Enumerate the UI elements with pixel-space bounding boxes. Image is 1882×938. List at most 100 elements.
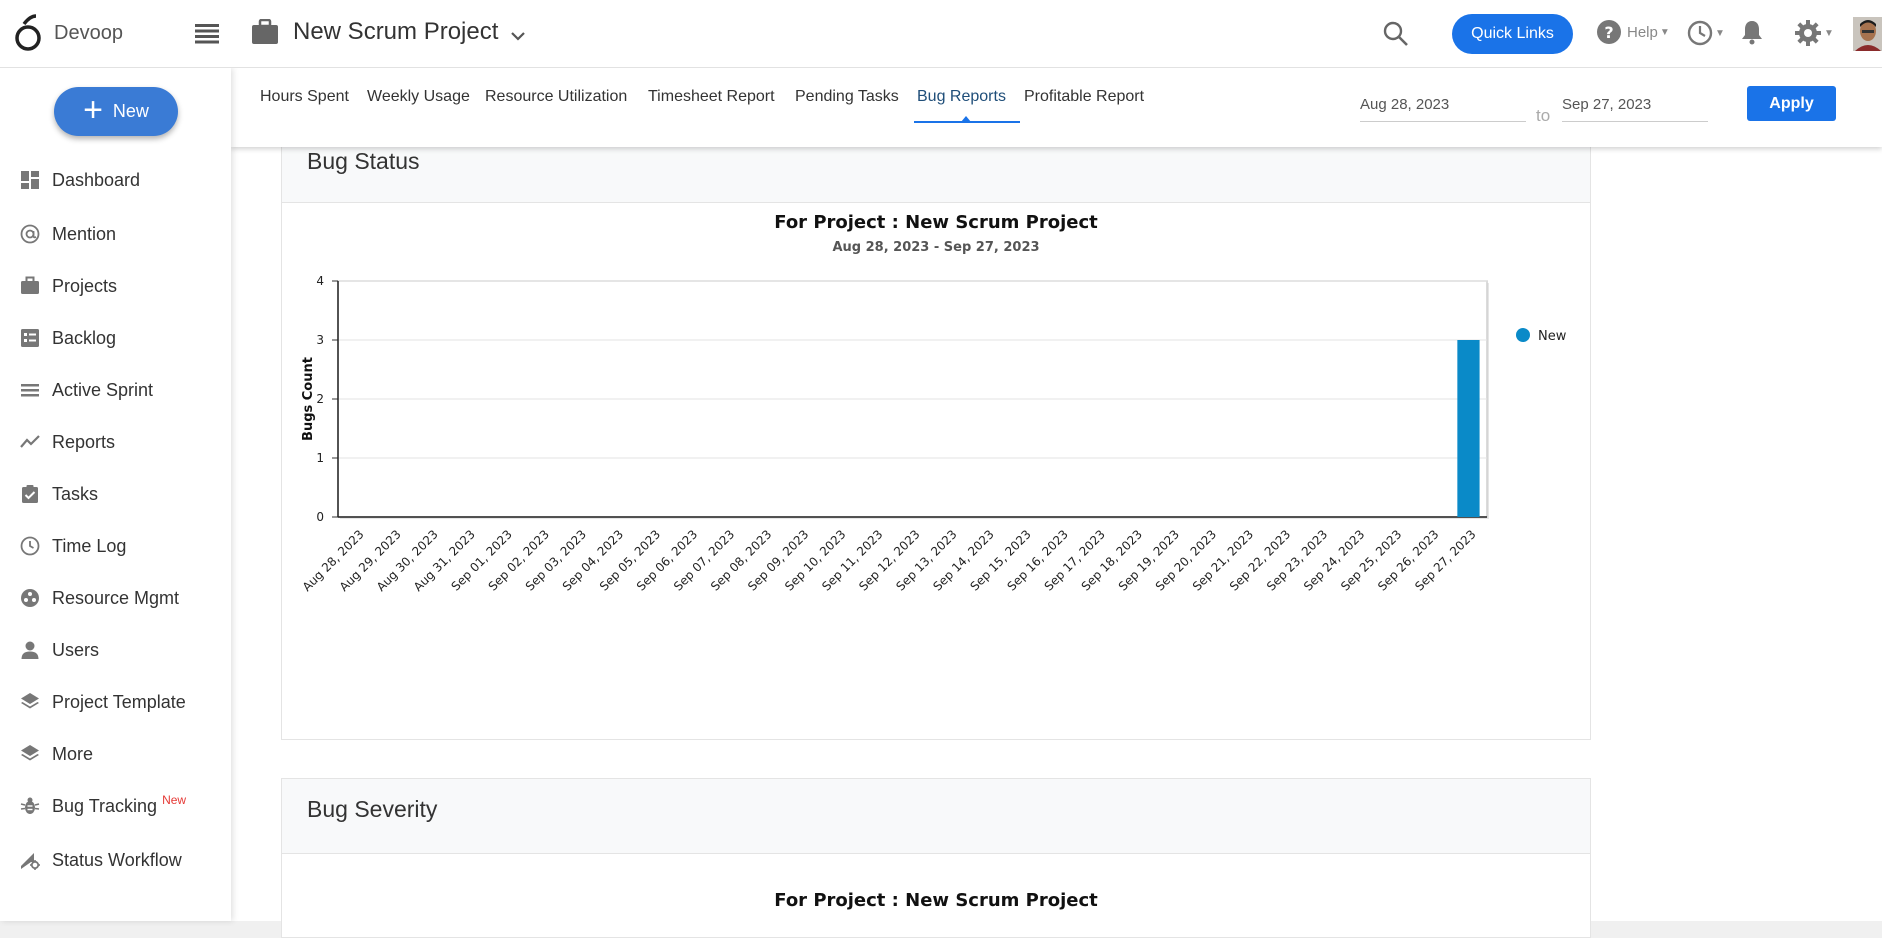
sidebar-item-label: Reports xyxy=(52,431,116,452)
settings-menu[interactable]: ▼ xyxy=(1794,19,1834,47)
sidebar-item-label: Project Template xyxy=(52,691,186,712)
plus-icon: + xyxy=(83,91,103,129)
sidebar-item-users[interactable]: Users xyxy=(20,635,230,665)
sidebar-item-label: Tasks xyxy=(52,483,99,504)
tab-hours-spent[interactable]: Hours Spent xyxy=(260,88,349,106)
help-label: Help xyxy=(1627,23,1658,41)
sidebar-item-projects[interactable]: Projects xyxy=(20,271,230,301)
y-tick-label: 2 xyxy=(316,392,324,406)
severity-chart-title: For Project : New Scrum Project xyxy=(774,890,1098,911)
user-icon xyxy=(21,641,39,659)
sidebar-item-label: Projects xyxy=(52,275,118,296)
chevron-down-icon[interactable] xyxy=(510,31,526,41)
sidebar-item-label: More xyxy=(52,743,94,764)
tab-resource-utilization[interactable]: Resource Utilization xyxy=(485,88,627,106)
new-button-label: New xyxy=(112,101,149,121)
to-label: to xyxy=(1536,106,1551,125)
sidebar-item-resource-mgmt[interactable]: Resource Mgmt xyxy=(20,583,230,613)
active-tab-arrow-icon xyxy=(961,116,971,122)
caret-down-icon: ▼ xyxy=(1824,27,1834,39)
new-button[interactable]: + New xyxy=(54,87,178,136)
sidebar-item-reports[interactable]: Reports xyxy=(20,427,230,457)
sprint-icon xyxy=(21,384,39,397)
chart-title: For Project : New Scrum Project xyxy=(774,212,1098,233)
chart-subtitle: Aug 28, 2023 - Sep 27, 2023 xyxy=(832,240,1040,255)
tab-bug-reports[interactable]: Bug Reports xyxy=(917,88,1006,106)
layers-icon xyxy=(21,745,39,761)
sidebar-item-project-template[interactable]: Project Template xyxy=(20,687,230,717)
y-tick-label: 3 xyxy=(316,333,324,347)
search-icon[interactable] xyxy=(1383,21,1409,52)
report-tabs-bar: Hours Spent Weekly Usage Resource Utiliz… xyxy=(231,68,1882,147)
new-badge: New xyxy=(162,793,187,807)
tab-profitable-report[interactable]: Profitable Report xyxy=(1024,88,1144,106)
y-tick-label: 0 xyxy=(316,510,324,524)
sidebar-item-label: Time Log xyxy=(52,535,127,556)
y-tick-label: 1 xyxy=(316,451,324,465)
help-menu[interactable]: ? Help ▼ xyxy=(1596,19,1670,45)
recent-activity-menu[interactable]: ▼ xyxy=(1687,20,1725,46)
clock-icon xyxy=(1687,20,1713,46)
sidebar-item-active-sprint[interactable]: Active Sprint xyxy=(20,375,230,405)
sidebar-item-mention[interactable]: Mention xyxy=(20,219,230,249)
gear-icon xyxy=(1795,20,1821,46)
bug-status-chart: 01234Bugs CountAug 28, 2023Aug 29, 2023A… xyxy=(300,274,1567,594)
from-date-input[interactable] xyxy=(1360,88,1526,122)
sidebar-item-bug-tracking[interactable]: Bug Tracking New xyxy=(20,791,230,821)
bar xyxy=(1457,340,1480,517)
devoop-logo-icon xyxy=(15,14,41,51)
sidebar: + New Dashboard Mention Projects Backlog… xyxy=(0,68,231,921)
app-name: Devoop xyxy=(54,21,123,44)
sidebar-item-label: Dashboard xyxy=(52,169,141,190)
sidebar-item-backlog[interactable]: Backlog xyxy=(20,323,230,353)
tab-pending-tasks[interactable]: Pending Tasks xyxy=(795,88,899,106)
sidebar-item-label: Status Workflow xyxy=(52,849,182,870)
sidebar-item-status-workflow[interactable]: Status Workflow xyxy=(20,845,230,875)
sidebar-item-label: Backlog xyxy=(52,327,117,348)
bug-severity-title: Bug Severity xyxy=(282,779,1590,854)
clock-icon xyxy=(20,536,40,556)
layers-icon xyxy=(21,693,39,709)
resource-icon xyxy=(21,589,39,607)
user-avatar[interactable] xyxy=(1853,17,1882,51)
apply-button[interactable]: Apply xyxy=(1747,86,1836,121)
sidebar-item-label: Resource Mgmt xyxy=(52,587,180,608)
briefcase-icon xyxy=(21,276,39,294)
caret-down-icon: ▼ xyxy=(1659,26,1670,38)
svg-text:?: ? xyxy=(1604,23,1613,42)
sidebar-item-label: Mention xyxy=(52,223,117,244)
project-switcher[interactable]: New Scrum Project xyxy=(251,18,526,46)
backlog-icon xyxy=(21,329,39,347)
sidebar-item-label: Bug Tracking xyxy=(52,795,158,816)
y-axis-label: Bugs Count xyxy=(301,357,316,441)
sidebar-item-tasks[interactable]: Tasks xyxy=(20,479,230,509)
y-tick-label: 4 xyxy=(316,274,324,288)
hamburger-menu-icon[interactable] xyxy=(195,24,219,49)
tab-timesheet-report[interactable]: Timesheet Report xyxy=(648,88,775,106)
clipboard-check-icon xyxy=(22,485,38,503)
app-logo[interactable]: Devoop xyxy=(14,14,123,52)
legend-marker xyxy=(1516,328,1530,342)
at-icon xyxy=(20,224,40,244)
report-content: Bug Status For Project : New Scrum Proje… xyxy=(231,135,1882,938)
bell-icon[interactable] xyxy=(1741,19,1763,50)
dashboard-icon xyxy=(21,171,39,189)
bug-severity-card: Bug Severity For Project : New Scrum Pro… xyxy=(281,778,1591,938)
tab-weekly-usage[interactable]: Weekly Usage xyxy=(367,88,470,106)
sidebar-item-time-log[interactable]: Time Log xyxy=(20,531,230,561)
caret-down-icon: ▼ xyxy=(1715,27,1725,39)
sidebar-item-label: Users xyxy=(52,639,100,660)
project-title: New Scrum Project xyxy=(293,18,499,45)
trend-icon xyxy=(20,435,40,448)
sidebar-item-dashboard[interactable]: Dashboard xyxy=(20,165,230,195)
sidebar-item-label: Active Sprint xyxy=(52,379,154,400)
workflow-icon xyxy=(21,853,40,870)
bug-status-card: Bug Status For Project : New Scrum Proje… xyxy=(281,135,1591,740)
help-icon: ? xyxy=(1597,20,1621,44)
sidebar-item-more[interactable]: More xyxy=(20,739,230,769)
top-bar: Devoop New Scrum Project Quick Links ? H… xyxy=(0,0,1882,68)
to-date-input[interactable] xyxy=(1562,88,1708,122)
legend-label: New xyxy=(1538,329,1567,344)
quick-links-button[interactable]: Quick Links xyxy=(1452,14,1573,54)
briefcase-icon xyxy=(252,19,278,44)
